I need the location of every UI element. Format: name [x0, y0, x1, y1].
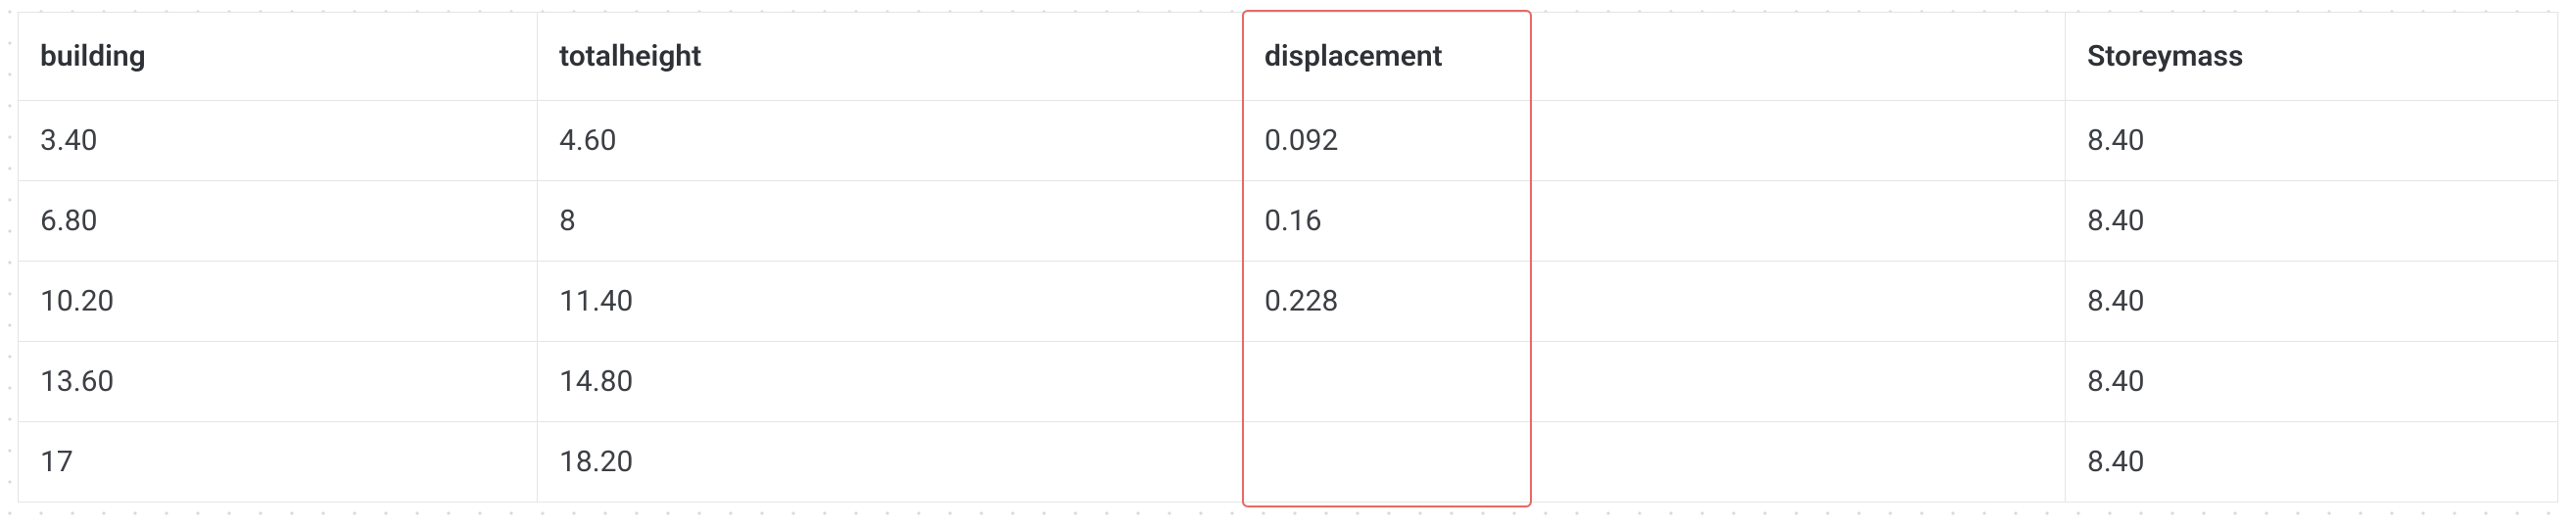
- table-row: 10.20 11.40 0.228 8.40: [19, 262, 2558, 342]
- cell-totalheight[interactable]: 11.40: [538, 262, 1243, 342]
- cell-building[interactable]: 17: [19, 422, 538, 503]
- cell-totalheight[interactable]: 14.80: [538, 342, 1243, 422]
- table-container: building totalheight displacement Storey…: [0, 0, 2576, 514]
- cell-totalheight[interactable]: 8: [538, 181, 1243, 262]
- header-displacement[interactable]: displacement: [1243, 13, 2066, 101]
- header-building[interactable]: building: [19, 13, 538, 101]
- cell-totalheight[interactable]: 18.20: [538, 422, 1243, 503]
- header-storeymass[interactable]: Storeymass: [2066, 13, 2558, 101]
- cell-storeymass[interactable]: 8.40: [2066, 342, 2558, 422]
- header-row: building totalheight displacement Storey…: [19, 13, 2558, 101]
- header-totalheight[interactable]: totalheight: [538, 13, 1243, 101]
- cell-building[interactable]: 10.20: [19, 262, 538, 342]
- cell-totalheight[interactable]: 4.60: [538, 101, 1243, 181]
- cell-building[interactable]: 6.80: [19, 181, 538, 262]
- cell-storeymass[interactable]: 8.40: [2066, 262, 2558, 342]
- cell-displacement[interactable]: 0.228: [1243, 262, 2066, 342]
- table-row: 17 18.20 8.40: [19, 422, 2558, 503]
- cell-displacement[interactable]: [1243, 342, 2066, 422]
- table-row: 3.40 4.60 0.092 8.40: [19, 101, 2558, 181]
- cell-displacement[interactable]: 0.092: [1243, 101, 2066, 181]
- cell-building[interactable]: 3.40: [19, 101, 538, 181]
- data-table: building totalheight displacement Storey…: [18, 12, 2558, 503]
- cell-building[interactable]: 13.60: [19, 342, 538, 422]
- cell-displacement[interactable]: 0.16: [1243, 181, 2066, 262]
- table-row: 6.80 8 0.16 8.40: [19, 181, 2558, 262]
- cell-displacement[interactable]: [1243, 422, 2066, 503]
- cell-storeymass[interactable]: 8.40: [2066, 422, 2558, 503]
- cell-storeymass[interactable]: 8.40: [2066, 101, 2558, 181]
- cell-storeymass[interactable]: 8.40: [2066, 181, 2558, 262]
- table-row: 13.60 14.80 8.40: [19, 342, 2558, 422]
